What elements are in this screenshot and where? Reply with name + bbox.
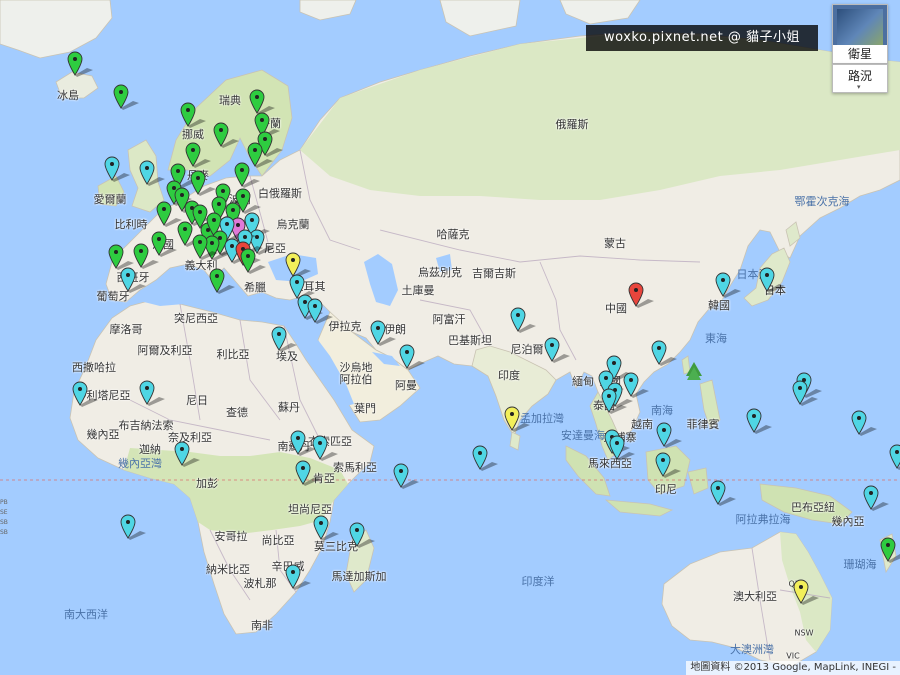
watermark-banner: woxko.pixnet.net @ 貓子小姐 (586, 25, 818, 51)
scale-tick: PB (0, 499, 8, 506)
scale-tick: SE (0, 509, 8, 516)
satellite-thumbnail-icon (837, 9, 883, 45)
traffic-button[interactable]: 路況 ▾ (832, 64, 888, 93)
dropdown-caret-icon: ▾ (857, 83, 861, 91)
satellite-label: 衛星 (833, 45, 887, 63)
traffic-label: 路況 (847, 69, 872, 83)
scale-tick: SB (0, 529, 8, 536)
scale-ticks: PB SE SB SB (0, 498, 8, 538)
map-attribution[interactable]: 地圖資料 ©2013 Google, MapLink, INEGI - (686, 661, 900, 675)
satellite-button[interactable]: 衛星 (832, 4, 888, 64)
scale-tick: SB (0, 519, 8, 526)
